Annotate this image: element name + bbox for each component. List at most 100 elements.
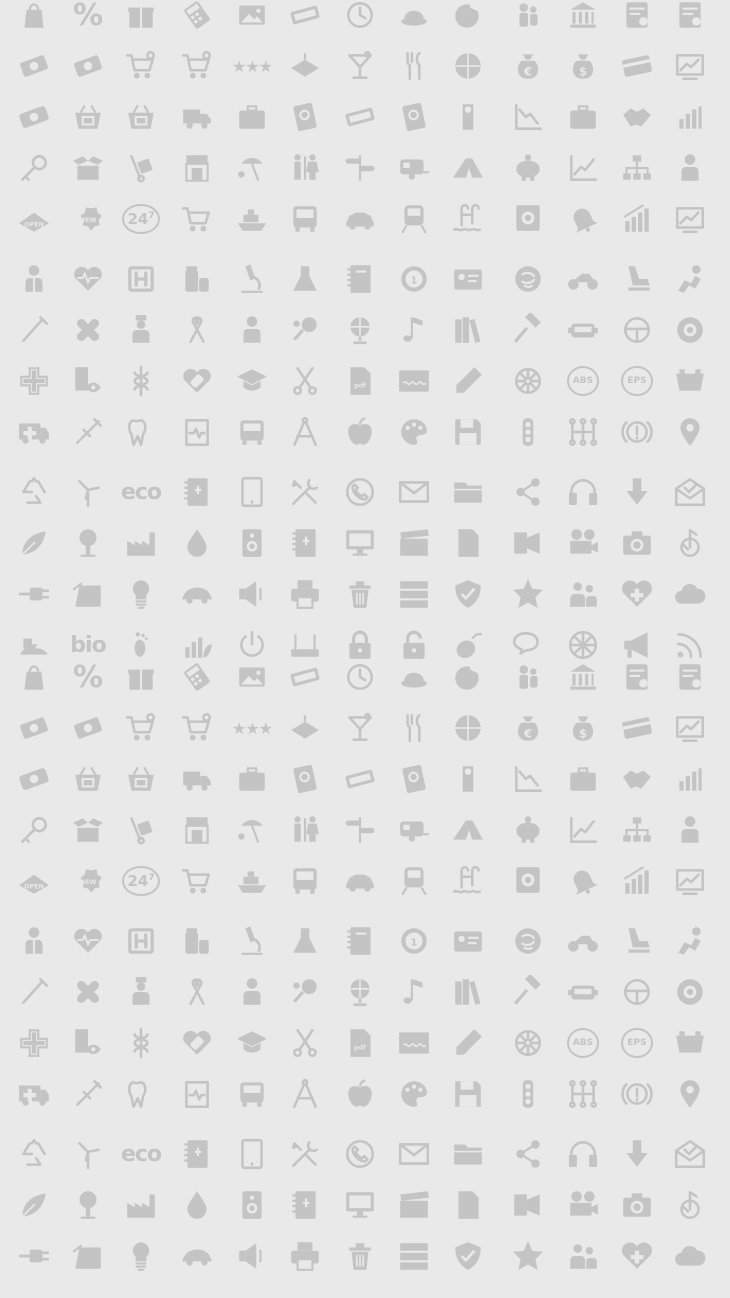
- eye-chart-icon: [70, 363, 106, 399]
- thermometer-icon: [16, 974, 52, 1010]
- users-icon: [565, 576, 601, 612]
- camera-reel-icon: [565, 525, 601, 561]
- star-icon: [510, 1238, 546, 1274]
- doctor-icon: [16, 261, 52, 297]
- users-icon: [565, 1238, 601, 1274]
- share-icon: [510, 1136, 546, 1172]
- tablet-icon: [234, 474, 270, 510]
- heart-plaster-icon: [179, 1025, 215, 1061]
- pencil-icon: [450, 363, 486, 399]
- gear-stick-icon: [565, 1076, 601, 1112]
- basketball-icon: [450, 710, 486, 746]
- caduceus-icon: [123, 1025, 159, 1061]
- clock-icon: [342, 0, 378, 33]
- compass-drawing-icon: [287, 1076, 323, 1112]
- hammer-icon: [510, 312, 546, 348]
- credit-card-icon: [619, 710, 655, 746]
- traffic-light-icon: [510, 1076, 546, 1112]
- file-icon: [450, 525, 486, 561]
- cocktail-icon: [342, 48, 378, 84]
- hierarchy-icon: [619, 812, 655, 848]
- map-pin-icon: [672, 414, 708, 450]
- camera-icon: [619, 1187, 655, 1223]
- key-icon: [16, 150, 52, 186]
- tooth-icon: [123, 414, 159, 450]
- cutlery-icon: [396, 48, 432, 84]
- bulb-icon: [123, 1238, 159, 1274]
- swirl-icon: [510, 261, 546, 297]
- warning-circle-icon: [619, 414, 655, 450]
- tooth-icon: [123, 1076, 159, 1112]
- train-icon: [396, 201, 432, 237]
- icon-pattern-wallpaper: % ★★★ € $ OPEN NEW 247 1 pdf ABS EPS eco bio% ★★★ € $ OP…: [0, 0, 730, 1298]
- pills-icon: [179, 261, 215, 297]
- chart-up-icon: [565, 150, 601, 186]
- percent-icon: %: [72, 0, 104, 33]
- ticket-icon: [342, 761, 378, 797]
- calculator-icon: [179, 659, 215, 695]
- monitor-icon: [342, 525, 378, 561]
- swimming-pool-icon: [450, 863, 486, 899]
- toilets-icon: [287, 812, 323, 848]
- svg-text:1: 1: [411, 937, 418, 948]
- svg-text:NEW: NEW: [80, 216, 97, 224]
- megaphone-icon: [619, 627, 655, 663]
- projector-icon: [510, 1187, 546, 1223]
- briefcase-icon: [565, 761, 601, 797]
- gift-icon: [123, 659, 159, 695]
- school-bus-icon: [234, 1076, 270, 1112]
- address-book-icon: [179, 1136, 215, 1172]
- apple-icon: [342, 414, 378, 450]
- safe-icon: [510, 201, 546, 237]
- basketball-icon: [450, 48, 486, 84]
- projector-icon: [510, 525, 546, 561]
- blackboard-icon: [396, 1025, 432, 1061]
- eps-icon: EPS: [619, 363, 655, 399]
- mail-icon: [396, 1136, 432, 1172]
- hotel-sign-icon: [287, 710, 323, 746]
- stars-icon: ★★★: [231, 56, 273, 76]
- shopping-bag-icon: [16, 659, 52, 695]
- passport-icon: [396, 761, 432, 797]
- cart-icon: [179, 863, 215, 899]
- unlock-icon: [396, 627, 432, 663]
- palette-icon: [396, 1076, 432, 1112]
- camera-icon: [619, 525, 655, 561]
- cart-icon: [179, 201, 215, 237]
- factory-icon: [123, 1187, 159, 1223]
- shop-icon: [179, 150, 215, 186]
- passport-icon: [287, 99, 323, 135]
- notebook-icon: [342, 261, 378, 297]
- basket-icon: [123, 761, 159, 797]
- cross-icon: [16, 363, 52, 399]
- wheel-icon: [510, 363, 546, 399]
- caravan-icon: [396, 812, 432, 848]
- abs-icon: ABS: [565, 363, 601, 399]
- mouse-icon: [450, 627, 486, 663]
- syringe-icon: [70, 1076, 106, 1112]
- headphones-icon: [565, 474, 601, 510]
- floppy-icon: [450, 1076, 486, 1112]
- solar-panel-icon: [70, 1238, 106, 1274]
- microscope-icon: [234, 261, 270, 297]
- notebook-icon: [342, 923, 378, 959]
- graduation-cap-icon: [234, 1025, 270, 1061]
- ship-icon: [234, 201, 270, 237]
- phone-icon: [342, 1136, 378, 1172]
- truck-icon: [179, 99, 215, 135]
- music-note-icon: [396, 974, 432, 1010]
- bar-chart-icon: [672, 761, 708, 797]
- graduation-cap-icon: [234, 363, 270, 399]
- bank-icon: [565, 659, 601, 695]
- euro-bag-icon: €: [510, 48, 546, 84]
- picture-icon: [234, 659, 270, 695]
- flask-icon: [287, 923, 323, 959]
- volume-icon: [234, 1238, 270, 1274]
- chart-down-icon: [510, 99, 546, 135]
- dollar-bag-icon: $: [565, 710, 601, 746]
- printer-icon: [287, 576, 323, 612]
- eco-car-icon: [179, 576, 215, 612]
- trash-icon: [342, 576, 378, 612]
- folder-icon: [450, 474, 486, 510]
- speaker-icon: [234, 1187, 270, 1223]
